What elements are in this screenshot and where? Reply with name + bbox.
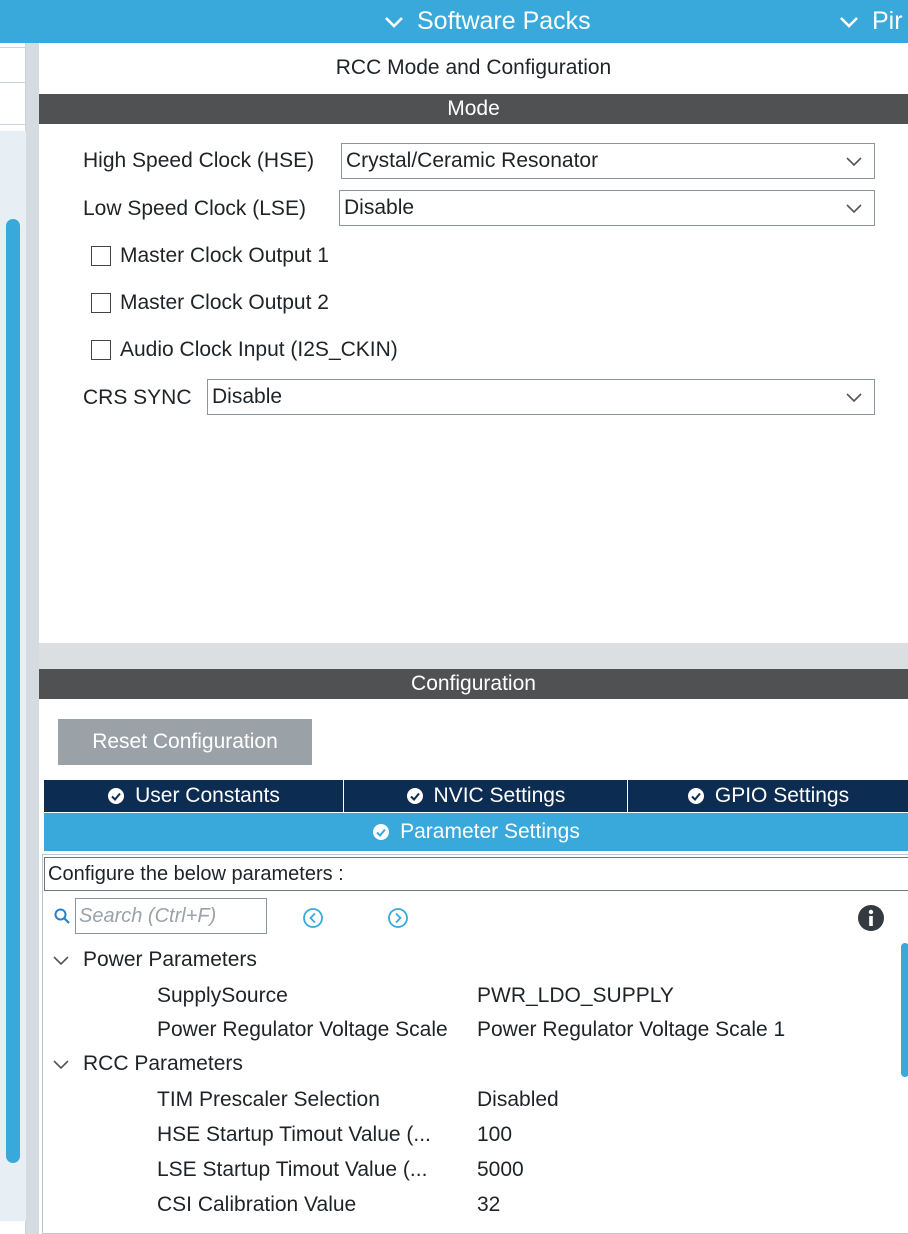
chevron-down-icon — [846, 157, 862, 167]
pinout-menu[interactable]: Pir — [838, 0, 903, 43]
tree-group-rcc-parameters[interactable]: RCC Parameters — [53, 1048, 243, 1080]
checkbox-label: Audio Clock Input (I2S_CKIN) — [120, 338, 398, 361]
checkbox[interactable] — [91, 340, 111, 360]
check-circle-icon — [107, 787, 125, 805]
chevron-down-icon — [53, 1060, 69, 1070]
lse-select-value: Disable — [344, 196, 415, 219]
checkbox[interactable] — [91, 293, 111, 313]
left-side-panel — [0, 43, 26, 1234]
param-name-voltage-scale: Power Regulator Voltage Scale — [157, 1018, 448, 1041]
configure-instructions: Configure the below parameters : — [44, 857, 908, 891]
check-circle-icon — [687, 787, 705, 805]
rcc-configuration-panel: RCC Mode and Configuration Mode High Spe… — [39, 43, 908, 1234]
panel-title: RCC Mode and Configuration — [335, 56, 612, 79]
search-row: Search (Ctrl+F) — [53, 898, 267, 934]
tab-label: NVIC Settings — [433, 784, 566, 807]
tab-label: User Constants — [135, 784, 280, 807]
chevron-down-icon — [383, 11, 405, 33]
audio-clock-input-row[interactable]: Audio Clock Input (I2S_CKIN) — [91, 335, 398, 365]
hse-label: High Speed Clock (HSE) — [83, 149, 315, 172]
tree-group-label: RCC Parameters — [83, 1052, 243, 1075]
left-panel-row — [0, 83, 26, 125]
hse-select[interactable]: Crystal/Ceramic Resonator — [341, 143, 875, 179]
param-value-csi-calibration[interactable]: 32 — [477, 1193, 500, 1217]
config-tab-row: User Constants NVIC Settings GPIO Settin… — [44, 780, 908, 812]
circle-arrow-right-icon[interactable] — [387, 907, 409, 929]
left-scrollbar-thumb[interactable] — [6, 219, 20, 1163]
param-value-supply-source[interactable]: PWR_LDO_SUPPLY — [477, 984, 674, 1008]
param-value-hse-startup[interactable]: 100 — [477, 1123, 512, 1147]
tree-group-power-parameters[interactable]: Power Parameters — [53, 944, 257, 976]
checkbox[interactable] — [91, 246, 111, 266]
tab-parameter-settings[interactable]: Parameter Settings — [44, 813, 908, 851]
lse-select[interactable]: Disable — [339, 190, 875, 226]
search-input[interactable]: Search (Ctrl+F) — [75, 898, 267, 934]
hse-select-value: Crystal/Ceramic Resonator — [346, 149, 599, 172]
master-clock-output-1-row[interactable]: Master Clock Output 1 — [91, 241, 329, 271]
chevron-down-icon — [838, 11, 860, 33]
param-name-lse-startup: LSE Startup Timout Value (... — [157, 1158, 428, 1181]
tab-gpio-settings[interactable]: GPIO Settings — [628, 780, 908, 812]
crs-sync-select[interactable]: Disable — [207, 379, 875, 415]
reset-configuration-button[interactable]: Reset Configuration — [58, 719, 312, 765]
chevron-down-icon — [53, 956, 69, 966]
crs-sync-label: CRS SYNC — [83, 386, 192, 409]
param-name-supply-source: SupplySource — [157, 984, 288, 1007]
software-packs-menu[interactable]: Software Packs — [383, 0, 591, 43]
check-circle-icon — [406, 787, 424, 805]
software-packs-label: Software Packs — [417, 7, 591, 35]
configuration-section-header: Configuration — [39, 669, 908, 699]
left-panel-row — [0, 47, 26, 83]
param-value-lse-startup[interactable]: 5000 — [477, 1158, 524, 1182]
param-value-tim-prescaler[interactable]: Disabled — [477, 1088, 559, 1112]
parameters-scrollbar-thumb[interactable] — [901, 943, 908, 1077]
section-splitter[interactable] — [39, 643, 908, 669]
checkbox-label: Master Clock Output 2 — [120, 291, 329, 314]
checkbox-label: Master Clock Output 1 — [120, 244, 329, 267]
tab-label: Parameter Settings — [400, 820, 580, 843]
param-value-voltage-scale[interactable]: Power Regulator Voltage Scale 1 — [477, 1018, 785, 1042]
tab-user-constants[interactable]: User Constants — [44, 780, 344, 812]
crs-sync-select-value: Disable — [212, 385, 283, 408]
panel-splitter[interactable] — [26, 43, 39, 1234]
master-clock-output-2-row[interactable]: Master Clock Output 2 — [91, 288, 329, 318]
search-icon — [54, 908, 70, 924]
tab-label: GPIO Settings — [714, 784, 850, 807]
chevron-down-icon — [846, 204, 862, 214]
info-icon[interactable] — [857, 904, 885, 932]
check-circle-icon — [372, 823, 390, 841]
tree-group-label: Power Parameters — [83, 948, 257, 971]
search-placeholder: Search (Ctrl+F) — [79, 904, 217, 927]
param-name-tim-prescaler: TIM Prescaler Selection — [157, 1088, 380, 1111]
stm32cubemx-rcc-window: Software Packs Pir RCC Mode and Configur… — [0, 0, 908, 1234]
circle-arrow-left-icon[interactable] — [302, 907, 324, 929]
chevron-down-icon — [846, 393, 862, 403]
pinout-label: Pir — [872, 7, 903, 35]
mode-section-header: Mode — [39, 94, 908, 124]
tab-nvic-settings[interactable]: NVIC Settings — [344, 780, 628, 812]
param-name-hse-startup: HSE Startup Timout Value (... — [157, 1123, 431, 1146]
top-menu-bar: Software Packs Pir — [0, 0, 908, 43]
lse-label: Low Speed Clock (LSE) — [83, 197, 306, 220]
param-name-csi-calibration: CSI Calibration Value — [157, 1193, 357, 1216]
